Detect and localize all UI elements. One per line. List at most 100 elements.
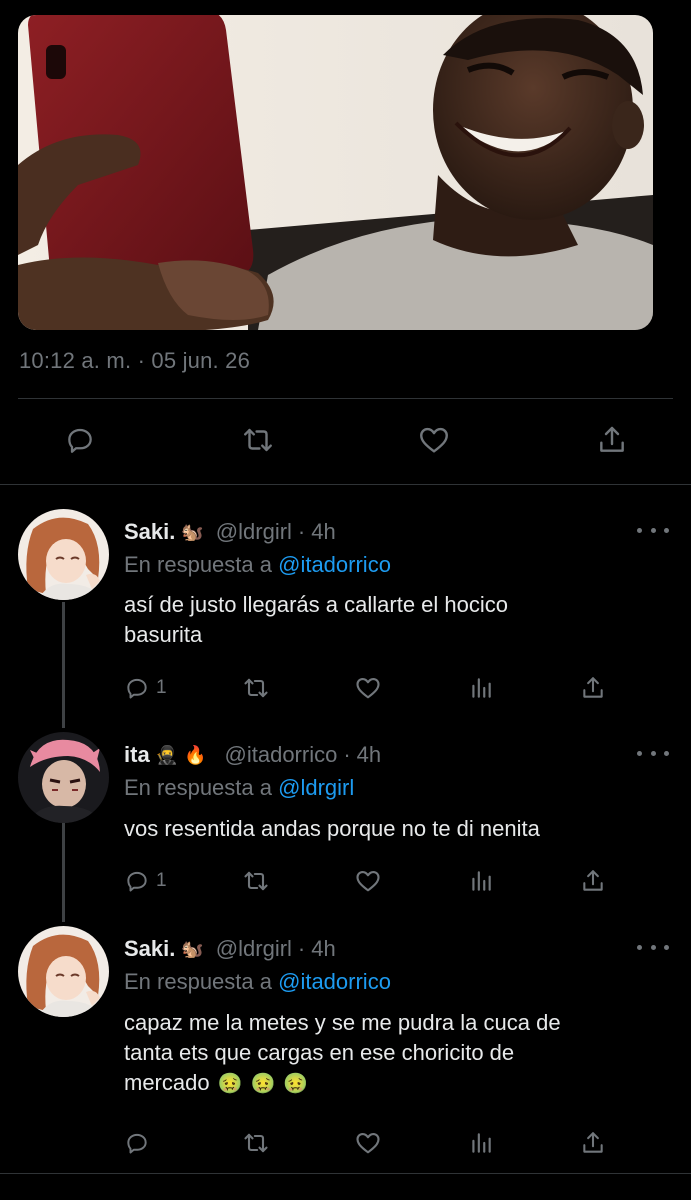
reply-icon: [68, 428, 92, 453]
more-dot: [650, 750, 656, 756]
reply-header: Saki. 🐿️ @ldrgirl · 4h: [124, 936, 336, 962]
replying-to-label: En respuesta a: [124, 969, 272, 994]
reply-text: vos resentida andas porque no te di neni…: [124, 814, 664, 844]
retweet-button[interactable]: [240, 1128, 272, 1158]
reply-text: capaz me la metes y se me pudra la cuca …: [124, 1008, 664, 1099]
retweet-button[interactable]: [238, 420, 278, 460]
reply-text-line: capaz me la metes y se me pudra la cuca …: [124, 1010, 561, 1035]
handle[interactable]: @ldrgirl: [216, 936, 292, 962]
avatar[interactable]: [18, 926, 109, 1017]
reply-text-line: mercado 🤢🤢🤢: [124, 1068, 664, 1099]
display-name[interactable]: Saki.: [124, 519, 175, 545]
reply-action-bar: 1: [0, 673, 691, 703]
analytics-icon: [472, 678, 491, 698]
retweet-icon: [244, 1133, 268, 1153]
share-button[interactable]: [578, 673, 608, 703]
more-dot: [637, 527, 642, 533]
reply-text-line: tanta ets que cargas en ese choricito de: [124, 1040, 515, 1065]
more-dot: [637, 750, 642, 756]
more-options-button[interactable]: [637, 937, 669, 957]
name-emoji: 🐿️: [181, 938, 204, 959]
more-dot: [650, 944, 656, 950]
separator-dot: ·: [297, 936, 306, 961]
nauseated-emoji: 🤢🤢🤢: [217, 1073, 317, 1095]
heart-icon: [356, 870, 380, 892]
analytics-icon: [472, 1133, 491, 1153]
more-options-button[interactable]: [637, 520, 669, 540]
display-name[interactable]: ita: [124, 742, 150, 768]
reply-text-line: basurita: [124, 622, 203, 647]
share-icon: [583, 677, 603, 698]
handle[interactable]: @itadorrico: [225, 742, 338, 768]
retweet-icon: [244, 871, 268, 891]
reply-text-line: así de justo llegarás a callarte el hoci…: [124, 592, 508, 617]
reply-button[interactable]: [124, 1128, 150, 1158]
tweet-action-bar: [0, 420, 691, 464]
reply-text-line: vos resentida andas porque no te di neni…: [124, 816, 540, 841]
analytics-icon: [472, 871, 491, 891]
analytics-button[interactable]: [466, 673, 496, 703]
reply-time[interactable]: 4h: [357, 742, 381, 768]
display-name[interactable]: Saki.: [124, 936, 175, 962]
retweet-button[interactable]: [240, 866, 272, 896]
like-button[interactable]: [414, 420, 454, 460]
divider: [0, 484, 691, 485]
reply-count: 1: [156, 870, 167, 891]
mention-link[interactable]: @itadorrico: [278, 552, 391, 577]
thread-line: [62, 602, 65, 728]
retweet-button[interactable]: [240, 673, 272, 703]
reply-time[interactable]: 4h: [311, 936, 335, 962]
reply-icon: [127, 871, 147, 892]
more-options-button[interactable]: [637, 743, 669, 763]
more-dot: [664, 527, 669, 533]
reply-button[interactable]: 1: [124, 866, 167, 896]
replying-to: En respuesta a @itadorrico: [124, 969, 391, 995]
analytics-button[interactable]: [466, 866, 496, 896]
reply-count: 1: [156, 677, 167, 698]
share-button[interactable]: [578, 1128, 608, 1158]
retweet-icon: [244, 428, 272, 452]
reply-text-segment: mercado: [124, 1070, 210, 1095]
replying-to: En respuesta a @ldrgirl: [124, 775, 354, 801]
heart-icon: [356, 677, 380, 699]
divider: [0, 1173, 691, 1174]
heart-icon: [356, 1132, 380, 1154]
like-button[interactable]: [352, 866, 384, 896]
replying-to: En respuesta a @itadorrico: [124, 552, 391, 578]
name-emoji: 🥷🔥: [155, 744, 213, 765]
reply-action-bar: 1: [0, 866, 691, 896]
share-icon: [583, 870, 603, 891]
share-icon: [583, 1132, 603, 1153]
retweet-icon: [244, 678, 268, 698]
tweet-media-image[interactable]: [18, 15, 653, 330]
reply-button[interactable]: [60, 420, 100, 460]
tweet-timestamp[interactable]: 10:12 a. m. · 05 jun. 26: [19, 348, 250, 374]
divider: [18, 398, 673, 399]
analytics-button[interactable]: [466, 1128, 496, 1158]
reply-text: así de justo llegarás a callarte el hoci…: [124, 590, 664, 650]
separator-dot: ·: [297, 519, 306, 544]
separator-dot: ·: [343, 742, 351, 767]
like-button[interactable]: [352, 1128, 384, 1158]
avatar[interactable]: [18, 509, 109, 600]
mention-link[interactable]: @ldrgirl: [278, 775, 354, 800]
reply-header: Saki. 🐿️ @ldrgirl · 4h: [124, 519, 336, 545]
reply-action-bar: [0, 1128, 691, 1158]
reply-icon: [127, 1133, 147, 1154]
share-button[interactable]: [578, 866, 608, 896]
reply-button[interactable]: 1: [124, 673, 167, 703]
handle[interactable]: @ldrgirl: [216, 519, 292, 545]
share-button[interactable]: [592, 420, 632, 460]
more-dot: [664, 750, 669, 756]
more-dot: [650, 527, 656, 533]
mention-link[interactable]: @itadorrico: [278, 969, 391, 994]
heart-icon: [420, 427, 448, 453]
replying-to-label: En respuesta a: [124, 552, 272, 577]
avatar[interactable]: [18, 732, 109, 823]
more-dot: [637, 944, 642, 950]
reply-header: ita 🥷🔥 @itadorrico · 4h: [124, 742, 381, 768]
like-button[interactable]: [352, 673, 384, 703]
more-dot: [664, 944, 669, 950]
reply-time[interactable]: 4h: [311, 519, 335, 545]
share-icon: [600, 426, 624, 452]
